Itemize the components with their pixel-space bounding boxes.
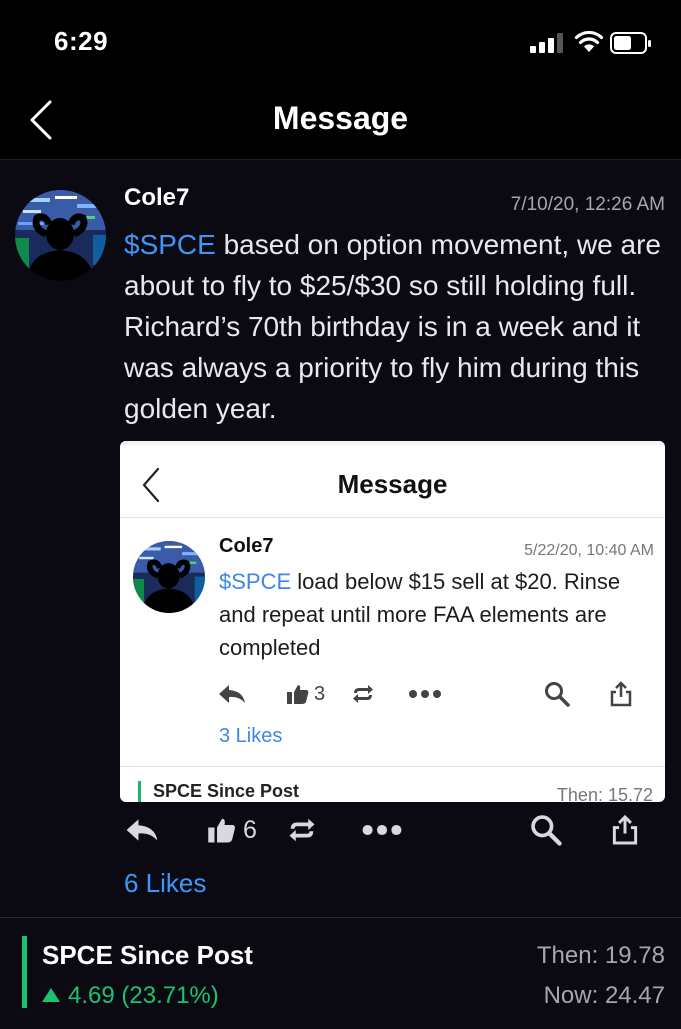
positive-indicator-bar <box>22 936 27 1008</box>
embed-then-label: Then: 15.72 <box>556 785 653 802</box>
price-change-value: 4.69 (23.71%) <box>68 982 219 1009</box>
embedded-screenshot[interactable]: Message Cole7 5/22/20, 10:40 AM $SPCE lo… <box>120 441 665 802</box>
more-icon <box>362 824 402 836</box>
cashtag-link[interactable]: $SPCE <box>124 229 216 260</box>
up-triangle-icon <box>42 988 60 1002</box>
like-button[interactable]: 6 <box>207 810 257 850</box>
embed-timestamp: 5/22/20, 10:40 AM <box>524 542 654 559</box>
thumbs-up-icon <box>287 685 309 704</box>
then-price: Then: 19.78 <box>536 942 665 969</box>
page-title: Message <box>272 100 409 136</box>
embed-divider <box>120 766 665 767</box>
embed-action-bar: 3 <box>120 679 665 709</box>
reply-icon <box>217 679 247 709</box>
embed-nav-bar: Message <box>120 445 665 518</box>
reply-button[interactable] <box>124 810 160 850</box>
share-button[interactable] <box>612 810 638 850</box>
search-button[interactable] <box>530 810 562 850</box>
battery-icon <box>610 32 651 54</box>
reshare-button[interactable] <box>287 810 317 850</box>
reply-icon <box>126 819 158 841</box>
like-count: 6 <box>243 815 257 844</box>
price-change: 4.69 (23.71%) <box>42 982 219 1010</box>
message-post: Cole7 7/10/20, 12:26 AM $SPCE based on o… <box>0 160 681 917</box>
action-bar: 6 <box>0 810 681 850</box>
price-since-post-panel[interactable]: SPCE Since Post 4.69 (23.71%) Then: 19.7… <box>0 917 681 1029</box>
post-username[interactable]: Cole7 <box>124 184 189 212</box>
signal-icon <box>530 33 564 53</box>
embed-username: Cole7 <box>219 535 274 557</box>
embed-avatar <box>133 541 205 613</box>
thumbs-up-icon <box>208 818 235 843</box>
embed-likes-link: 3 Likes <box>219 725 283 747</box>
embed-body: $SPCE load below $15 sell at $20. Rinse … <box>219 565 659 664</box>
status-bar: 6:29 <box>0 0 681 80</box>
likes-link[interactable]: 6 Likes <box>124 868 206 899</box>
since-post-label: SPCE Since Post <box>42 940 253 970</box>
status-time: 6:29 <box>54 26 109 56</box>
wifi-icon <box>574 30 604 52</box>
search-icon <box>544 679 570 709</box>
embed-cashtag: $SPCE <box>219 569 292 594</box>
share-icon <box>612 814 638 845</box>
app-root: 6:29 Message Cole7 7/10/20, 12:26 AM $SP… <box>0 0 681 1029</box>
embed-title: Message <box>337 469 448 499</box>
avatar[interactable] <box>15 190 106 281</box>
post-body: $SPCE based on option movement, we are a… <box>124 224 669 429</box>
search-icon <box>531 815 562 846</box>
share-icon <box>610 679 632 709</box>
more-button[interactable] <box>361 810 403 850</box>
embed-since-label: SPCE Since Post <box>138 781 299 802</box>
reshare-icon <box>351 679 375 709</box>
more-icon <box>408 679 442 709</box>
nav-bar: Message <box>0 80 681 160</box>
post-timestamp: 7/10/20, 12:26 AM <box>510 194 665 215</box>
embed-like-count: 3 <box>314 682 326 705</box>
reshare-icon <box>289 818 315 842</box>
embed-like-group: 3 <box>286 679 325 709</box>
now-price: Now: 24.47 <box>543 982 665 1009</box>
